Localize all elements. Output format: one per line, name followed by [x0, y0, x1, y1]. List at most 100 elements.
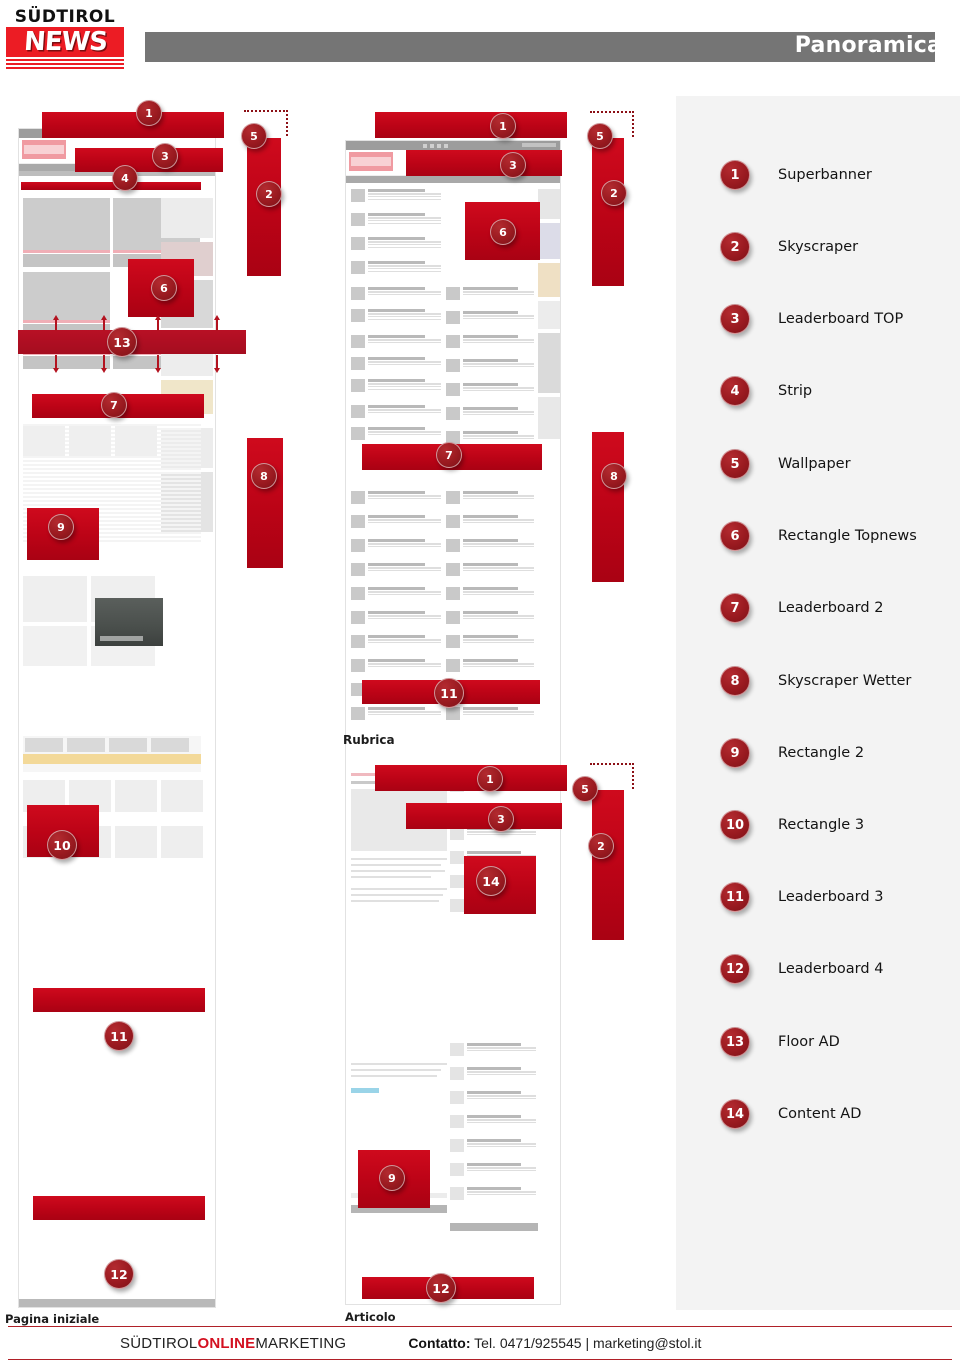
page-title: Panoramica [794, 33, 942, 58]
marker-article-5[interactable]: 5 [587, 123, 613, 149]
marker-rubrica-2[interactable]: 2 [588, 833, 614, 859]
legend-badge-3: 3 [720, 304, 750, 334]
article-list-item [446, 539, 534, 552]
logo-top-text: SÜDTIROL [14, 7, 116, 27]
legend-badge-8: 8 [720, 666, 750, 696]
marker-home-7[interactable]: 7 [101, 392, 127, 418]
marker-home-9[interactable]: 9 [48, 514, 74, 540]
legend-item-rectangle-3[interactable]: 10 Rectangle 3 [720, 810, 864, 840]
marker-home-4[interactable]: 4 [112, 165, 138, 191]
legend-item-strip[interactable]: 4 Strip [720, 376, 812, 406]
marker-article-9[interactable]: 9 [379, 1165, 405, 1191]
legend-badge-7: 7 [720, 593, 750, 623]
article-list-item [446, 491, 534, 504]
marker-article-12[interactable]: 12 [426, 1273, 456, 1303]
footer-contact-label: Contatto: [408, 1335, 471, 1351]
article-card [69, 426, 111, 456]
legend-label-9: Rectangle 2 [778, 745, 865, 761]
article-list-item [446, 659, 534, 672]
marker-rubrica-3[interactable]: 3 [488, 806, 514, 832]
marker-home-5[interactable]: 5 [241, 123, 267, 149]
footer-brand-pre: SÜDTIROL [120, 1334, 198, 1352]
marker-home-12[interactable]: 12 [104, 1259, 134, 1289]
legend-item-floor-ad[interactable]: 13 Floor AD [720, 1027, 840, 1057]
article-list-item [351, 309, 441, 322]
article-list-item [351, 611, 441, 624]
page-footer: SÜDTIROLONLINEMARKETING Contatto: Tel. 0… [8, 1326, 952, 1360]
marker-home-1[interactable]: 1 [136, 100, 162, 126]
browser-chrome-bar [346, 141, 560, 150]
comment-item [450, 1139, 536, 1152]
marker-home-6[interactable]: 6 [151, 275, 177, 301]
legend-item-skyscraper-wetter[interactable]: 8 Skyscraper Wetter [720, 666, 911, 696]
article-list-item [446, 635, 534, 648]
legend-item-skyscraper[interactable]: 2 Skyscraper [720, 232, 858, 262]
legend-item-leaderboard-top[interactable]: 3 Leaderboard TOP [720, 304, 903, 334]
legend-label-7: Leaderboard 2 [778, 600, 884, 616]
article-list-item [351, 587, 441, 600]
article-card [23, 576, 87, 622]
article-list-item [446, 431, 534, 444]
marker-article-3[interactable]: 3 [500, 152, 526, 178]
ad-skyscraper-article [592, 138, 624, 286]
article-list-item [446, 287, 534, 300]
article-list-item [446, 515, 534, 528]
article-list-item [446, 707, 534, 720]
caption-homepage: Pagina iniziale [5, 1312, 100, 1326]
article-card [23, 626, 87, 666]
article-list-item [351, 213, 441, 226]
footer-brand: SÜDTIROLONLINEMARKETING [120, 1335, 346, 1352]
legend-item-wallpaper[interactable]: 5 Wallpaper [720, 449, 851, 479]
legend-item-leaderboard-3[interactable]: 11 Leaderboard 3 [720, 882, 883, 912]
article-list-item [351, 563, 441, 576]
ad-skyscraper-rubrica [592, 790, 624, 940]
article-list-item [351, 635, 441, 648]
label-rubrica: Rubrica [343, 733, 395, 747]
article-list-item [446, 311, 534, 324]
logo-main-text: NEWS [22, 27, 108, 57]
marker-home-11[interactable]: 11 [104, 1021, 134, 1051]
article-list-item [446, 407, 534, 420]
marker-rubrica-1[interactable]: 1 [477, 766, 503, 792]
load-more-button[interactable] [450, 1223, 538, 1231]
ad-skyscraper-wetter-article [592, 432, 624, 582]
legend-item-leaderboard-2[interactable]: 7 Leaderboard 2 [720, 593, 883, 623]
marker-rubrica-5[interactable]: 5 [572, 776, 598, 802]
legend-item-superbanner[interactable]: 1 Superbanner [720, 160, 872, 190]
legend-label-2: Skyscraper [778, 239, 859, 255]
article-list-item [351, 491, 441, 504]
comment-item [450, 1187, 536, 1200]
legend-label-1: Superbanner [778, 167, 872, 183]
legend-label-8: Skyscraper Wetter [778, 673, 912, 689]
legend-badge-14: 14 [720, 1099, 750, 1129]
article-list-item [351, 707, 441, 720]
legend-panel: 1 Superbanner 2 Skyscraper 3 Leaderboard… [676, 96, 960, 1310]
marker-home-10[interactable]: 10 [47, 830, 77, 860]
article-list-item [446, 359, 534, 372]
legend-item-rectangle-topnews[interactable]: 6 Rectangle Topnews [720, 521, 917, 551]
ad-leaderboard4-home [33, 1196, 205, 1220]
legend-item-rectangle-2[interactable]: 9 Rectangle 2 [720, 738, 864, 768]
marker-home-8[interactable]: 8 [251, 463, 277, 489]
marker-article-6[interactable]: 6 [490, 219, 516, 245]
ad-strip-home [21, 182, 201, 190]
legend-item-leaderboard-4[interactable]: 12 Leaderboard 4 [720, 954, 883, 984]
marker-article-2[interactable]: 2 [601, 180, 627, 206]
legend-badge-13: 13 [720, 1027, 750, 1057]
marker-article-1[interactable]: 1 [490, 113, 516, 139]
marker-home-2[interactable]: 2 [256, 181, 282, 207]
legend-label-13: Floor AD [778, 1034, 840, 1050]
marker-home-13[interactable]: 13 [107, 327, 137, 357]
marker-rubrica-14[interactable]: 14 [476, 866, 506, 896]
logo-news-box: NEWS [6, 27, 124, 57]
legend-item-content-ad[interactable]: 14 Content AD [720, 1099, 861, 1129]
marker-article-7[interactable]: 7 [436, 442, 462, 468]
ad-superbanner-article [375, 112, 567, 138]
marker-article-8[interactable]: 8 [601, 463, 627, 489]
marker-article-11[interactable]: 11 [434, 678, 464, 708]
marker-home-3[interactable]: 3 [152, 143, 178, 169]
comment-item [450, 1067, 536, 1080]
logo-stripes [6, 59, 124, 69]
ad-leaderboard-top-article [406, 150, 562, 176]
rail-box [161, 198, 213, 238]
